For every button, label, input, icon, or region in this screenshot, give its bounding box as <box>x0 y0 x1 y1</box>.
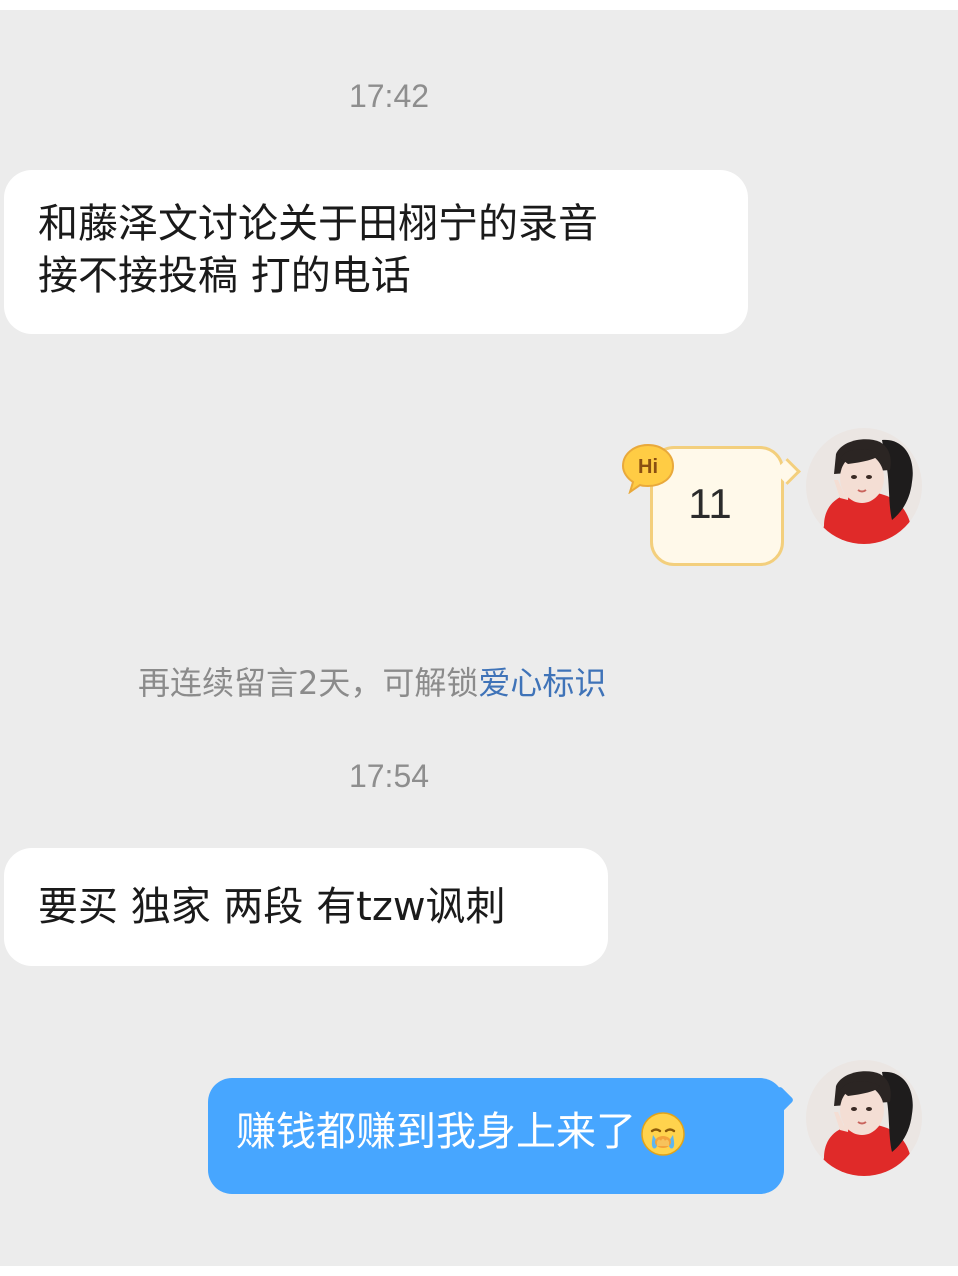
incoming-message[interactable]: 和藤泽文讨论关于田栩宁的录音 接不接投稿 打的电话 <box>4 170 748 334</box>
message-line: 接不接投稿 打的电话 <box>38 253 411 299</box>
hi-badge-icon: Hi <box>621 443 675 494</box>
avatar-portrait-icon <box>806 428 922 544</box>
incoming-message[interactable]: 要买 独家 两段 有tzw讽刺 <box>4 848 608 966</box>
timestamp: 17:42 <box>348 78 430 114</box>
chat-panel: 17:42 和藤泽文讨论关于田栩宁的录音 接不接投稿 打的电话 11 Hi 再连… <box>0 10 958 1266</box>
user-avatar[interactable] <box>806 1060 922 1176</box>
timestamp: 17:54 <box>348 758 430 794</box>
avatar-portrait-icon <box>806 1060 922 1176</box>
hi-badge-label: Hi <box>638 456 658 478</box>
user-avatar[interactable] <box>806 428 922 544</box>
message-line: 要买 独家 两段 有tzw讽刺 <box>38 884 506 930</box>
unlock-notice: 再连续留言2天，可解锁爱心标识 <box>138 658 606 704</box>
crying-face-emoji-icon <box>641 1112 685 1156</box>
outgoing-message[interactable]: 赚钱都赚到我身上来了 <box>208 1078 784 1194</box>
heart-badge-link[interactable]: 爱心标识 <box>478 664 606 702</box>
notice-text: 再连续留言2天，可解锁 <box>138 664 479 702</box>
message-text: 赚钱都赚到我身上来了 <box>236 1109 636 1155</box>
message-line: 和藤泽文讨论关于田栩宁的录音 <box>38 201 598 247</box>
